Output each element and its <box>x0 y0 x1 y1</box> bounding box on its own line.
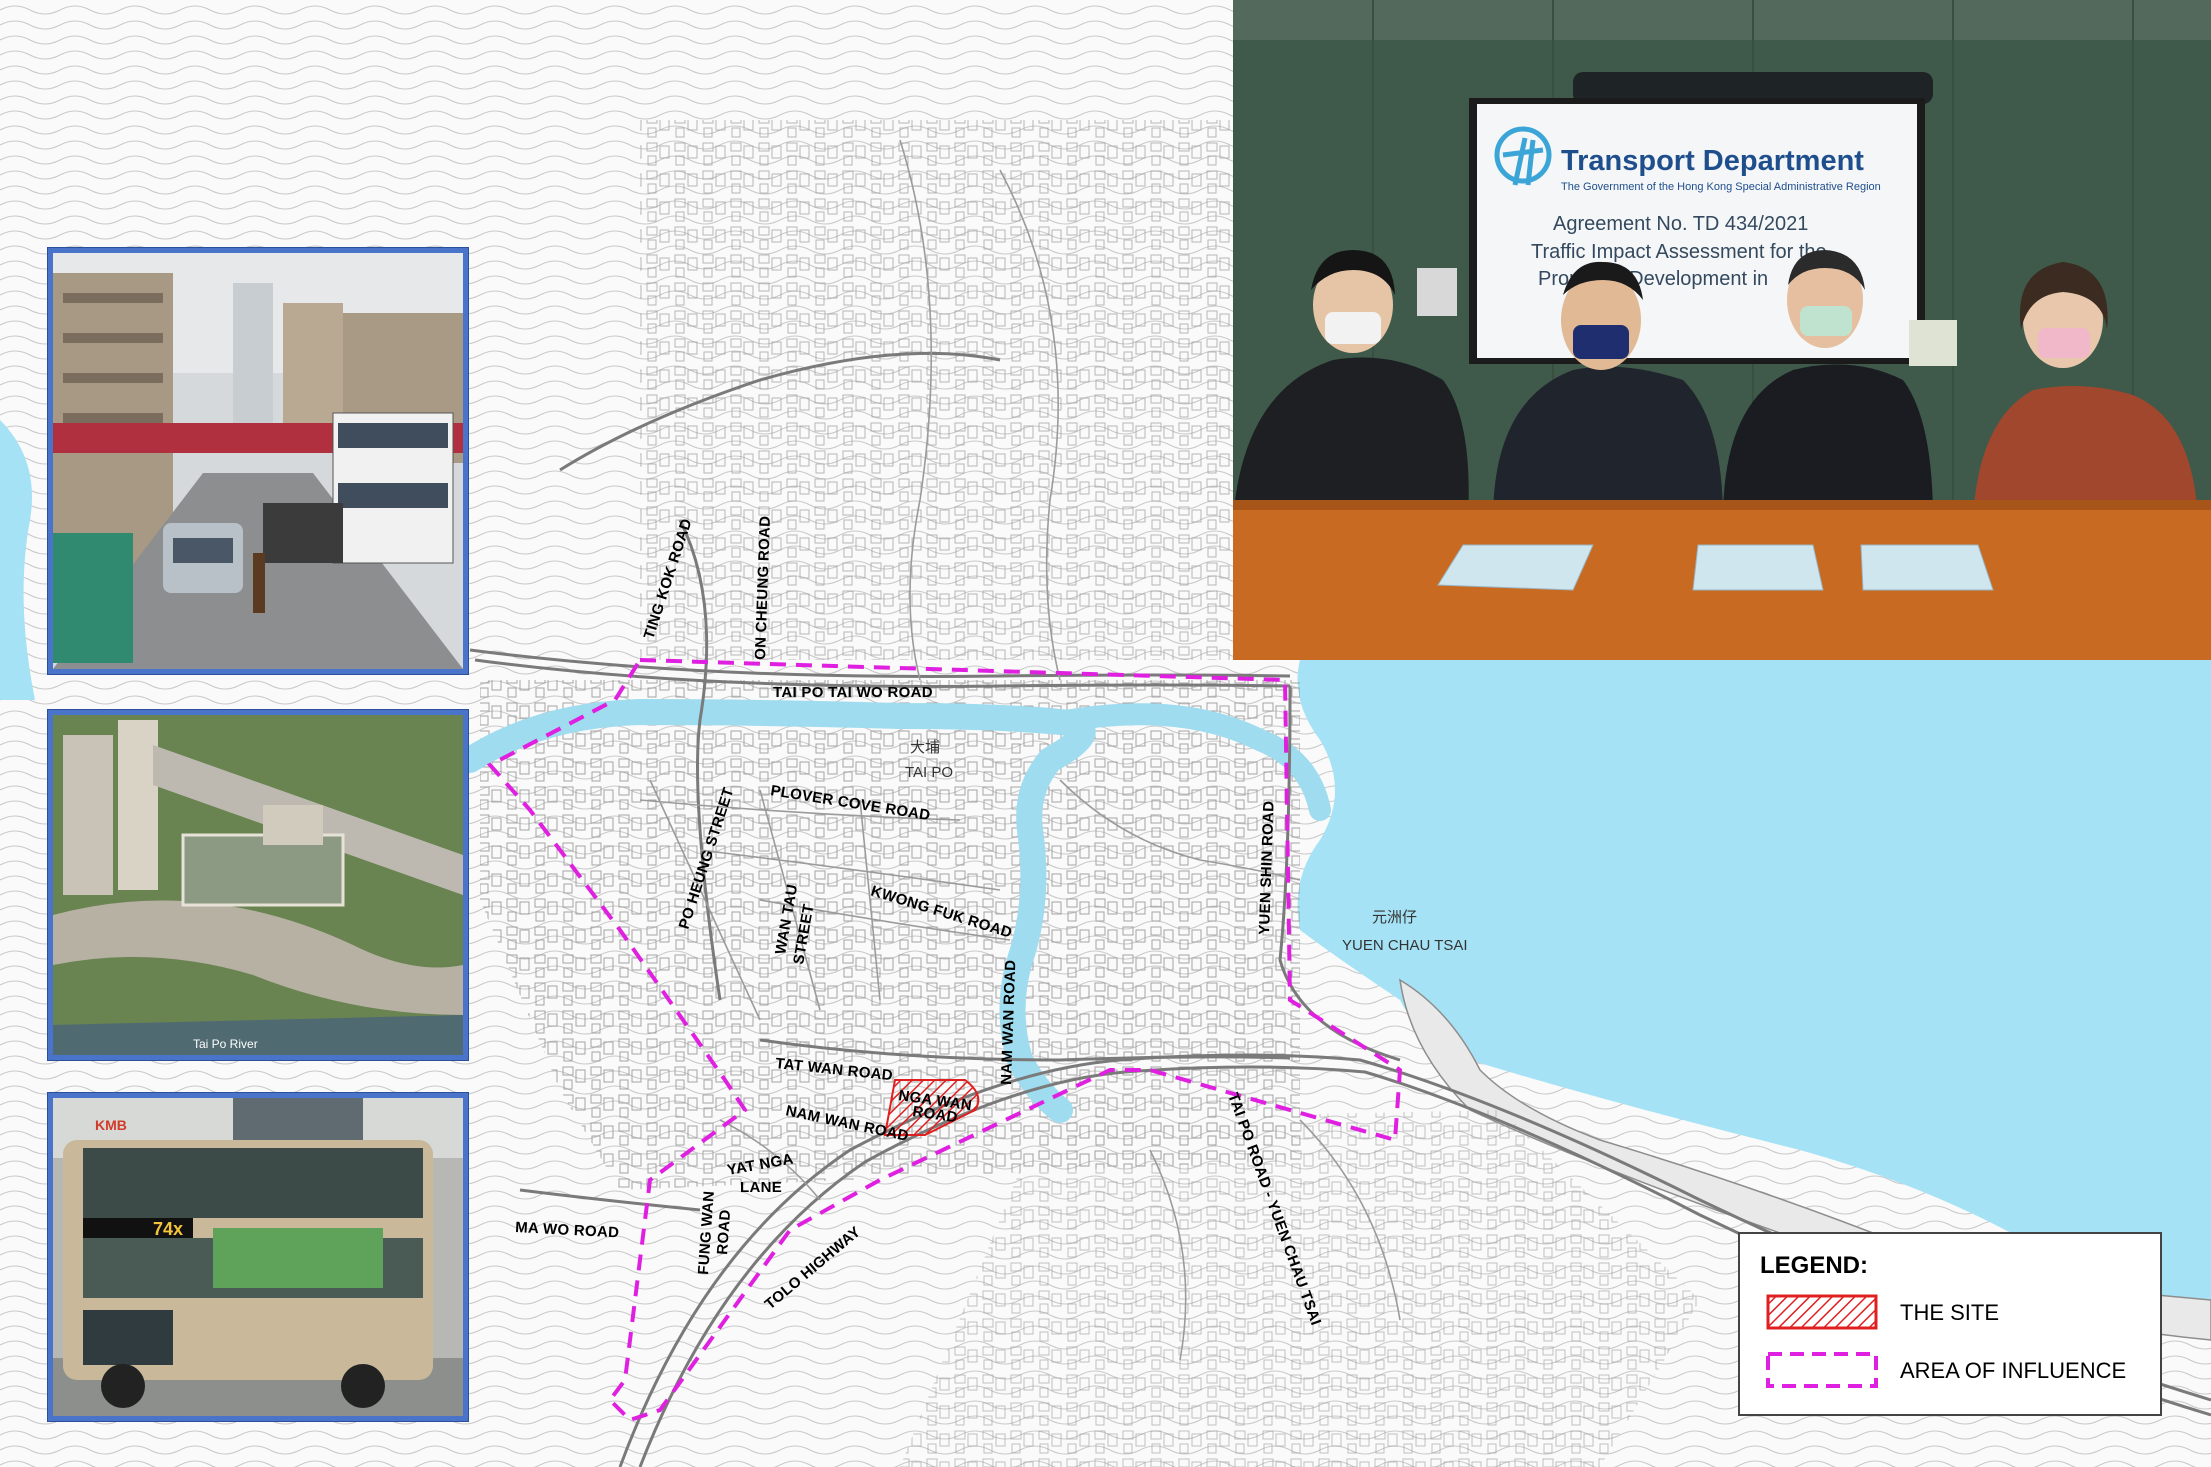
slide-line-1: Agreement No. TD 434/2021 <box>1553 213 1808 235</box>
bus-image: 74x KMB <box>53 1098 463 1416</box>
label-fung-wan-2: ROAD <box>714 1209 734 1255</box>
label-yuen-chau-tsai-cn: 元洲仔 <box>1372 909 1417 926</box>
legend-influence-swatch <box>1766 1352 1878 1388</box>
map-figure: TING KOK ROAD ON CHEUNG ROAD TAI PO TAI … <box>0 0 2211 1467</box>
photo-meeting: Transport Department The Government of t… <box>1233 0 2211 660</box>
label-tai-po-tai-wo-road: TAI PO TAI WO ROAD <box>773 684 933 701</box>
legend-site-label: THE SITE <box>1900 1300 2000 1325</box>
aerial-caption: Tai Po River <box>193 1037 258 1051</box>
slide-logo-subtitle: The Government of the Hong Kong Special … <box>1561 181 1881 193</box>
label-yat-nga-2: LANE <box>740 1179 782 1196</box>
slide-line-2: Traffic Impact Assessment for the <box>1531 241 1827 263</box>
meeting-image: Transport Department The Government of t… <box>1233 0 2211 660</box>
legend-title: LEGEND: <box>1760 1252 1868 1279</box>
wall-notice <box>1909 320 1957 366</box>
aerial-view-image: Tai Po River <box>53 715 463 1055</box>
bus-operator: KMB <box>95 1117 127 1133</box>
wall-switch <box>1417 268 1457 316</box>
bus-route-number: 74x <box>153 1219 183 1239</box>
label-yuen-chau-tsai: YUEN CHAU TSAI <box>1342 937 1468 954</box>
photo-street-scene <box>48 248 468 674</box>
street-scene-image <box>53 253 463 669</box>
photo-bus: 74x KMB <box>48 1093 468 1421</box>
legend-site-swatch <box>1766 1294 1878 1330</box>
label-tai-po-district-cn: 大埔 <box>910 739 940 756</box>
legend-influence-label: AREA OF INFLUENCE <box>1900 1358 2127 1383</box>
reports-on-table <box>1437 544 1994 591</box>
photo-aerial-view: Tai Po River <box>48 710 468 1060</box>
label-tai-po-district: TAI PO <box>905 764 953 781</box>
map-legend: LEGEND: THE SITE AREA OF INFLUENCE <box>1738 1232 2162 1416</box>
slide-logo-title: Transport Department <box>1561 145 1864 177</box>
